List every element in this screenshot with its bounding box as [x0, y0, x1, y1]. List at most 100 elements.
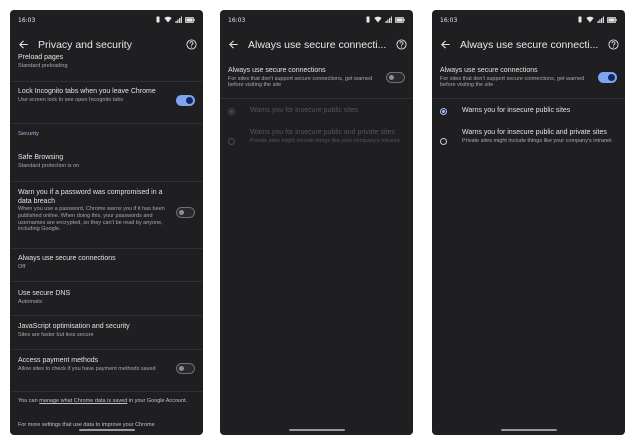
signal-icon	[385, 16, 392, 23]
divider	[432, 98, 625, 99]
setting-title: Use secure DNS	[18, 290, 71, 297]
setting-subtitle: Use screen lock to see open Incognito ta…	[18, 96, 124, 103]
battery-icon	[607, 16, 617, 23]
footer-text: You can manage what Chrome data is saved…	[18, 398, 195, 405]
status-bar: 16:03	[228, 16, 405, 26]
help-circle-icon[interactable]	[396, 39, 407, 50]
setting-title: JavaScript optimisation and security	[18, 323, 130, 330]
page-title: Privacy and security	[38, 39, 132, 51]
setting-always-secure[interactable]: Always use secure connections Off	[18, 255, 195, 270]
radio-public-sites[interactable]	[440, 108, 447, 115]
status-time: 16:03	[440, 17, 458, 24]
setting-subtitle: Off	[18, 263, 26, 270]
setting-subtitle: Automatic	[18, 298, 43, 305]
setting-subtitle: Sites are faster but less secure	[18, 331, 94, 338]
setting-title: Always use secure connections	[18, 255, 116, 262]
status-bar: 16:03	[440, 16, 617, 26]
setting-safe-browsing[interactable]: Safe Browsing Standard protection is on	[18, 154, 195, 169]
always-secure-toggle[interactable]	[598, 72, 617, 83]
setting-title: Access payment methods	[18, 357, 99, 364]
manage-data-link[interactable]: manage what Chrome data is saved	[39, 398, 127, 404]
radio-dot	[230, 110, 233, 113]
option-subtitle: Private sites might include things like …	[462, 137, 612, 144]
setting-subtitle: Allow sites to check if you have payment…	[18, 365, 156, 372]
toggle-knob	[179, 210, 184, 215]
setting-title: Preload pages	[18, 54, 64, 61]
phone-screen-secure-connections-off: 16:03 Always use secure connecti... Alwa…	[220, 10, 413, 435]
option-public-sites[interactable]: Warns you for insecure public sites	[250, 107, 405, 116]
setting-title: Always use secure connections	[440, 67, 538, 74]
setting-subtitle: Standard protection is on	[18, 162, 80, 169]
option-title: Warns you for insecure public sites	[462, 107, 571, 114]
toggle-knob	[608, 74, 615, 81]
password-breach-toggle[interactable]	[176, 207, 195, 218]
radio-dot	[442, 110, 445, 113]
always-secure-toggle[interactable]	[386, 72, 405, 83]
option-public-private-sites[interactable]: Warns you for insecure public and privat…	[250, 129, 405, 144]
divider	[10, 391, 203, 392]
setting-title: Warn you if a password was compromised i…	[18, 189, 163, 205]
footer-text-pre: You can	[18, 398, 40, 404]
status-icons	[577, 16, 617, 23]
home-indicator[interactable]	[288, 429, 345, 431]
payment-methods-toggle[interactable]	[176, 363, 195, 374]
setting-always-secure-main[interactable]: Always use secure connections For sites …	[228, 67, 373, 89]
toggle-knob	[186, 97, 193, 104]
home-indicator[interactable]	[78, 429, 135, 431]
option-title: Warns you for insecure public sites	[250, 107, 359, 114]
footer-text-2: For more settings that use data to impro…	[18, 422, 155, 428]
radio-public-sites[interactable]	[228, 108, 235, 115]
page-title: Always use secure connecti...	[248, 39, 387, 51]
setting-preload-pages[interactable]: Preload pages Standard preloading	[18, 54, 195, 69]
setting-subtitle: When you use a password, Chrome warns yo…	[18, 206, 165, 233]
app-bar: Always use secure connecti...	[432, 37, 625, 55]
option-subtitle: Private sites might include things like …	[250, 137, 400, 144]
divider	[10, 281, 203, 282]
option-public-private-sites[interactable]: Warns you for insecure public and privat…	[462, 129, 617, 144]
setting-secure-dns[interactable]: Use secure DNS Automatic	[18, 290, 195, 305]
section-header-security: Security	[18, 131, 39, 137]
status-bar: 16:03	[18, 16, 195, 26]
setting-always-secure-main[interactable]: Always use secure connections For sites …	[440, 67, 585, 89]
wifi-icon	[586, 16, 594, 23]
option-title: Warns you for insecure public and privat…	[250, 129, 395, 136]
option-public-sites[interactable]: Warns you for insecure public sites	[462, 107, 617, 116]
back-arrow-icon[interactable]	[228, 39, 239, 50]
battery-icon	[185, 16, 195, 23]
lock-incognito-toggle[interactable]	[176, 95, 195, 106]
status-icons	[365, 16, 405, 23]
radio-public-private-sites[interactable]	[228, 138, 235, 145]
footer-text-post: in your Google Account.	[127, 398, 188, 404]
setting-title: Lock Incognito tabs when you leave Chrom…	[18, 88, 156, 95]
vibrate-icon	[578, 16, 582, 23]
wifi-icon	[164, 16, 172, 23]
setting-lock-incognito[interactable]: Lock Incognito tabs when you leave Chrom…	[18, 88, 169, 103]
setting-payment-methods[interactable]: Access payment methods Allow sites to ch…	[18, 357, 169, 372]
back-arrow-icon[interactable]	[18, 39, 29, 50]
divider	[10, 181, 203, 182]
divider	[10, 123, 203, 124]
phone-screen-secure-connections-on: 16:03 Always use secure connecti... Alwa…	[432, 10, 625, 435]
status-icons	[155, 16, 195, 23]
back-arrow-icon[interactable]	[440, 39, 451, 50]
vibrate-icon	[156, 16, 160, 23]
divider	[10, 248, 203, 249]
signal-icon	[175, 16, 182, 23]
toggle-knob	[389, 75, 394, 80]
divider	[10, 81, 203, 82]
setting-javascript[interactable]: JavaScript optimisation and security Sit…	[18, 323, 195, 338]
page-title: Always use secure connecti...	[460, 39, 599, 51]
help-circle-icon[interactable]	[608, 39, 619, 50]
divider	[220, 98, 413, 99]
setting-title: Always use secure connections	[228, 67, 326, 74]
divider	[10, 315, 203, 316]
setting-subtitle: Standard preloading	[18, 62, 68, 69]
setting-password-breach[interactable]: Warn you if a password was compromised i…	[18, 189, 169, 233]
option-title: Warns you for insecure public and privat…	[462, 129, 607, 136]
help-circle-icon[interactable]	[186, 39, 197, 50]
home-indicator[interactable]	[500, 429, 557, 431]
setting-subtitle: For sites that don't support secure conn…	[228, 75, 373, 89]
radio-public-private-sites[interactable]	[440, 138, 447, 145]
divider	[10, 349, 203, 350]
vibrate-icon	[366, 16, 370, 23]
